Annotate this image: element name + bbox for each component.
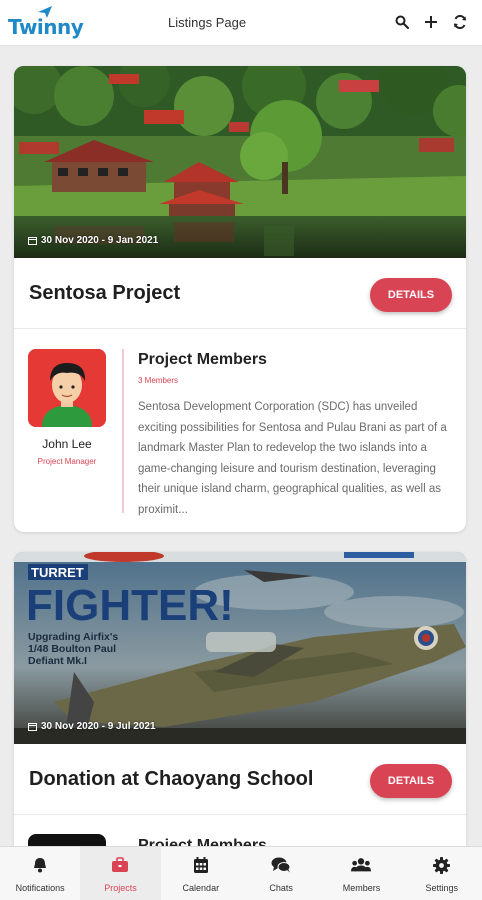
- refresh-icon[interactable]: [450, 12, 470, 32]
- details-button[interactable]: DETAILS: [370, 278, 452, 312]
- details-button[interactable]: DETAILS: [370, 764, 452, 798]
- date-badge: 30 Nov 2020 - 9 Jan 2021: [28, 235, 158, 246]
- app-header: Twinny Listings Page: [0, 0, 482, 46]
- app-logo[interactable]: Twinny: [8, 6, 88, 40]
- calendar-icon: [28, 237, 37, 245]
- member-role: Project Manager: [37, 457, 97, 466]
- avatar[interactable]: [28, 349, 106, 427]
- gear-icon: [432, 855, 452, 875]
- divider: [14, 814, 466, 815]
- bell-icon: [30, 855, 50, 875]
- members-count: 3 Members: [138, 376, 179, 385]
- nav-label: Projects: [104, 883, 137, 893]
- nav-label: Notifications: [15, 883, 65, 893]
- bottom-navigation: Notifications Projects Calendar Chats Me…: [0, 846, 482, 900]
- listings-scroll-area[interactable]: 30 Nov 2020 - 9 Jan 2021 Sentosa Project…: [0, 46, 482, 846]
- listing-card[interactable]: TURRET FIGHTER! Upgrading Airfix's 1/48 …: [14, 552, 466, 846]
- nav-item-notifications[interactable]: Notifications: [0, 847, 80, 900]
- nav-item-chats[interactable]: Chats: [241, 847, 321, 900]
- members-section: John Lee Project Manager Project Members…: [14, 329, 466, 532]
- nav-label: Chats: [269, 883, 293, 893]
- listing-description: Sentosa Development Corporation (SDC) ha…: [138, 401, 447, 516]
- project-members-heading: Project Members: [138, 837, 267, 846]
- date-badge: 30 Nov 2020 - 9 Jul 2021: [28, 721, 156, 732]
- date-range: 30 Nov 2020 - 9 Jul 2021: [41, 721, 156, 732]
- search-icon[interactable]: [392, 12, 412, 32]
- page-title: Listings Page: [168, 15, 247, 30]
- nav-label: Members: [342, 883, 381, 893]
- member-name: John Lee: [42, 437, 92, 451]
- nav-label: Settings: [425, 883, 459, 893]
- listing-image: 30 Nov 2020 - 9 Jan 2021: [14, 66, 466, 258]
- briefcase-icon: [110, 855, 130, 875]
- listing-title: Donation at Chaoyang School: [29, 768, 314, 790]
- project-members-heading: Project Members: [138, 351, 267, 368]
- magazine-line-1: TURRET: [31, 565, 84, 580]
- nav-item-projects[interactable]: Projects: [80, 847, 161, 900]
- magazine-line-3: Upgrading Airfix's: [28, 631, 118, 643]
- members-icon: [351, 855, 372, 875]
- nav-item-settings[interactable]: Settings: [402, 847, 482, 900]
- listing-title: Sentosa Project: [29, 282, 181, 304]
- nav-item-members[interactable]: Members: [321, 847, 401, 900]
- paper-plane-icon: [38, 6, 52, 18]
- calendar-icon: [28, 723, 37, 731]
- plus-icon[interactable]: [421, 12, 441, 32]
- nav-label: Calendar: [182, 883, 220, 893]
- magazine-line-2: FIGHTER!: [26, 581, 234, 630]
- listing-image: TURRET FIGHTER! Upgrading Airfix's 1/48 …: [14, 552, 466, 744]
- calendar-icon: [191, 855, 211, 875]
- separator-line: [122, 349, 124, 513]
- date-range: 30 Nov 2020 - 9 Jan 2021: [41, 235, 159, 246]
- magazine-line-4: 1/48 Boulton Paul: [28, 643, 116, 655]
- listing-card[interactable]: 30 Nov 2020 - 9 Jan 2021 Sentosa Project…: [14, 66, 466, 532]
- magazine-line-5: Defiant Mk.I: [28, 655, 87, 667]
- avatar[interactable]: [28, 834, 106, 846]
- chat-icon: [271, 855, 291, 875]
- logo-text: Twinny: [8, 15, 84, 39]
- nav-item-calendar[interactable]: Calendar: [161, 847, 241, 900]
